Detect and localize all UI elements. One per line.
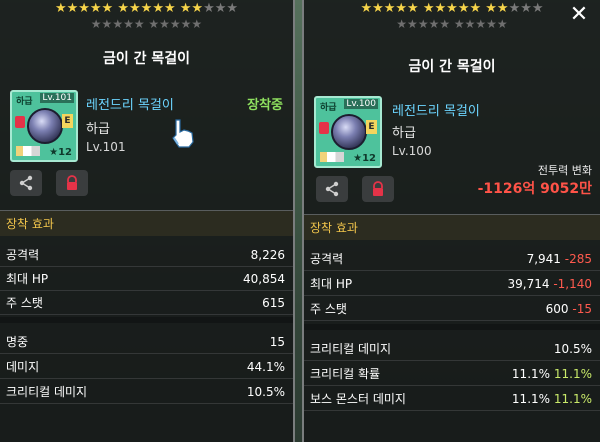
star-group-1: ★★★★★ [54,1,114,16]
icon-level: Lv.101 [40,93,74,103]
stat-row: 보스 몬스터 데미지 11.1% 11.1% [304,387,600,411]
section-equip-effect: 장착 효과 [304,214,600,240]
item-level: Lv.101 [86,140,126,154]
panel-title: 금이 간 목걸이 [408,59,496,75]
item-name: 레전드리 목걸이 [392,104,480,119]
compare-item-panel: ★★★★★ ★★★★★ ★★★★★ ★★★★★ ★★★★★ ✕ 금이 간 목걸이… [302,0,600,442]
star-group-empty: ★★★ [508,1,544,16]
icon-grade: 하급 [320,103,337,113]
share-icon [325,181,339,197]
lock-icon [15,116,25,128]
section-equip-effect: 장착 효과 [0,210,293,236]
star-group-empty: ★★★ [203,1,239,16]
e-badge: E [62,114,73,128]
panel-title: 금이 간 목걸이 [102,51,191,67]
item-grade: 하급 [392,126,416,141]
stat-row: 공격력 8,226 [0,243,293,267]
star-group-3: ★★ [485,1,509,16]
divider [0,317,293,323]
combat-power-change-label: 전투력 변화 [537,164,592,177]
necklace-gem-icon [331,114,367,150]
star-group-2: ★★★★★ [422,1,482,16]
stat-row: 크리티컬 데미지 10.5% [0,380,293,404]
lock-icon [373,181,383,196]
share-button[interactable] [316,176,348,202]
share-icon [19,175,33,191]
stat-row: 명중 15 [0,330,293,354]
stat-row: 공격력 7,941 -285 [304,247,600,271]
lock-icon [67,175,77,190]
item-grade: 하급 [86,122,110,137]
item-icon[interactable]: 하급 Lv.101 E ★12 [10,90,78,162]
item-name: 레전드리 목걸이 [86,98,174,113]
share-button[interactable] [10,170,42,196]
lock-button[interactable] [56,170,88,196]
stat-row: 크리티컬 확률 11.1% 11.1% [304,362,600,386]
star-force-sub-row: ★★★★★ ★★★★★ [396,17,508,31]
equipped-item-panel: ★★★★★ ★★★★★ ★★★★★ ★★★★★ ★★★★★ 금이 간 목걸이 하… [0,0,295,442]
stat-row: 최대 HP 39,714 -1,140 [304,272,600,296]
lock-icon [319,122,329,134]
item-level: Lv.100 [392,144,432,158]
potential-slots [320,152,344,162]
lock-button[interactable] [362,176,394,202]
pointer-hand-icon [172,119,194,148]
stat-row: 최대 HP 40,854 [0,267,293,291]
item-icon[interactable]: 하급 Lv.100 E ★12 [314,96,382,168]
star-group-2: ★★★★★ [117,1,176,16]
divider [304,324,600,330]
star-group-1: ★★★★★ [360,1,419,16]
necklace-gem-icon [27,108,63,144]
e-badge: E [366,120,377,134]
icon-star-count: ★12 [353,153,376,164]
combat-power-change-value: -1126억 9052만 [477,181,592,197]
stat-row: 주 스탯 600 -15 [304,297,600,321]
potential-slots [16,146,40,156]
icon-grade: 하급 [16,97,33,107]
equipped-status: 장착중 [247,98,283,113]
star-group-3: ★★ [179,1,204,16]
stat-row: 데미지 44.1% [0,355,293,379]
close-button[interactable]: ✕ [566,4,592,28]
star-force-sub-row: ★★★★★ ★★★★★ [90,17,203,31]
icon-level: Lv.100 [344,99,378,109]
icon-star-count: ★12 [49,147,72,158]
stat-row: 크리티컬 데미지 10.5% [304,337,600,361]
stat-row: 주 스탯 615 [0,291,293,315]
